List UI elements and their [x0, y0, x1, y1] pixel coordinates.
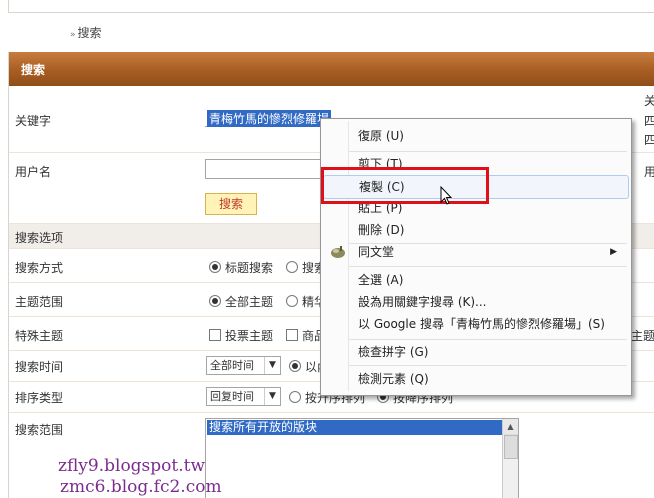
- special-topic-hint: 主题: [631, 329, 654, 343]
- panel-header: 搜索: [9, 52, 654, 86]
- menu-item-undo[interactable]: 復原 (U): [323, 125, 627, 147]
- menu-item-delete[interactable]: 刪除 (D): [323, 219, 627, 241]
- menu-item-inspect[interactable]: 檢測元素 (Q): [323, 368, 627, 390]
- special-topic-poll-option[interactable]: 投票主题: [209, 327, 273, 344]
- search-mode-label: 搜索方式: [15, 261, 64, 275]
- keyword-selected-text: 青梅竹馬的慘烈修羅場: [207, 110, 332, 127]
- context-menu: 復原 (U) 剪下 (T) 複製 (C) 貼上 (P) 刪除 (D) 同文堂 ▶…: [320, 118, 632, 396]
- radio-icon: [286, 295, 298, 307]
- menu-item-google-search[interactable]: 以 Google 搜尋「青梅竹馬的慘烈修羅場」(S): [323, 313, 627, 335]
- radio-icon: [286, 261, 298, 273]
- radio-checked-icon: [289, 360, 301, 372]
- search-scope-label: 搜索范围: [15, 423, 64, 437]
- search-time-label: 搜索时间: [15, 360, 64, 374]
- chevron-down-icon: ▼: [264, 357, 280, 374]
- top-container: [8, 0, 654, 13]
- search-button[interactable]: 搜索: [205, 193, 257, 215]
- search-mode-title-option[interactable]: 标题搜索: [209, 259, 273, 276]
- watermark-2: zmc6.blog.fc2.com: [60, 477, 222, 497]
- special-topic-label: 特殊主题: [15, 329, 64, 343]
- highlight-box: [321, 167, 489, 204]
- breadcrumb-current[interactable]: 搜索: [78, 26, 102, 40]
- radio-checked-icon: [209, 261, 221, 273]
- breadcrumb: » 搜索: [70, 24, 102, 41]
- forum-list[interactable]: 搜索所有开放的版块 ▲: [205, 418, 519, 498]
- right-hint-2: 四: [644, 114, 654, 128]
- search-time-select[interactable]: 全部时间 ▼: [206, 356, 281, 375]
- keyword-label: 关键字: [15, 114, 52, 128]
- sort-type-select[interactable]: 回复时间 ▼: [206, 387, 281, 406]
- menu-item-select-all[interactable]: 全選 (A): [323, 269, 627, 291]
- checkbox-icon: [286, 329, 298, 341]
- chevron-down-icon: ▼: [264, 388, 280, 405]
- options-header-label: 搜索选项: [15, 231, 64, 245]
- right-hint-1: 关: [644, 94, 654, 108]
- menu-separator: [349, 365, 627, 366]
- scrollbar[interactable]: ▲: [502, 419, 518, 498]
- username-input[interactable]: [205, 159, 327, 179]
- topic-scope-label: 主题范围: [15, 295, 64, 309]
- menu-item-spellcheck[interactable]: 檢查拼字 (G): [323, 341, 627, 363]
- panel-title: 搜索: [21, 63, 46, 77]
- watermark-1: zfly9.blogspot.tw: [58, 456, 206, 476]
- menu-item-tongwentang[interactable]: 同文堂 ▶: [323, 241, 627, 263]
- topic-scope-all-option[interactable]: 全部主题: [209, 293, 273, 310]
- menu-separator: [349, 266, 627, 267]
- mouse-cursor-icon: [440, 186, 453, 205]
- tongwentang-icon: [331, 246, 345, 258]
- menu-item-keyword-search[interactable]: 設為用關鍵字搜尋 (K)...: [323, 291, 627, 313]
- scroll-thumb[interactable]: [504, 435, 518, 459]
- menu-separator: [349, 151, 627, 152]
- sort-type-label: 排序类型: [15, 391, 64, 405]
- radio-icon: [289, 391, 301, 403]
- right-hint-username: 用: [644, 165, 654, 179]
- checkbox-icon: [209, 329, 221, 341]
- menu-separator: [349, 339, 627, 340]
- forum-list-item-selected[interactable]: 搜索所有开放的版块: [207, 420, 502, 435]
- submenu-arrow-icon: ▶: [610, 247, 617, 257]
- right-hint-3: 四: [644, 133, 654, 147]
- username-label: 用户名: [15, 165, 52, 179]
- breadcrumb-arrow-icon: »: [70, 30, 76, 40]
- radio-checked-icon: [209, 295, 221, 307]
- scroll-up-icon[interactable]: ▲: [503, 419, 518, 435]
